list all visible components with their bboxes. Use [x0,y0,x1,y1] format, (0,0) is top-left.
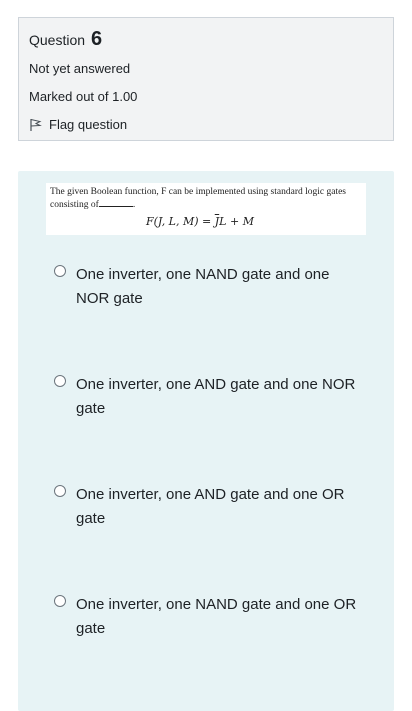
flag-icon [30,119,42,131]
question-text-line1: The given Boolean function, F can be imp… [50,187,347,197]
question-content-panel: The given Boolean function, F can be imp… [18,171,394,711]
answer-option-label-3: One inverter, one AND gate and one OR ga… [76,486,345,527]
radio-button-1[interactable] [54,265,66,277]
boolean-formula: F(J, L, M) = JL + M [146,215,254,228]
radio-button-3[interactable] [54,485,66,497]
question-number-value: 6 [90,28,103,50]
flag-question-link[interactable]: Flag question [29,116,383,134]
question-state: Not yet answered [29,61,131,76]
answer-option-label-1: One inverter, one NAND gate and one NOR … [76,266,330,307]
question-text-line2-text: consisting of [50,200,99,210]
formula-lhs: F(J, L, M) = [146,215,215,228]
answer-blank [98,198,133,207]
question-text-line2: consisting of. [50,198,136,210]
radio-button-4[interactable] [54,595,66,607]
flag-question-label: Flag question [49,117,128,132]
question-image: The given Boolean function, F can be imp… [46,183,366,235]
answer-option-label-2: One inverter, one AND gate and one NOR g… [76,376,356,417]
question-number: Question 6 [29,28,383,52]
question-grade: Marked out of 1.00 [29,89,138,104]
question-info-panel: Question 6 Not yet answered Marked out o… [18,17,394,141]
formula-rhs: + M [226,215,254,228]
radio-button-2[interactable] [54,375,66,387]
question-label: Question [29,32,86,48]
answer-option-label-4: One inverter, one NAND gate and one OR g… [76,596,357,637]
